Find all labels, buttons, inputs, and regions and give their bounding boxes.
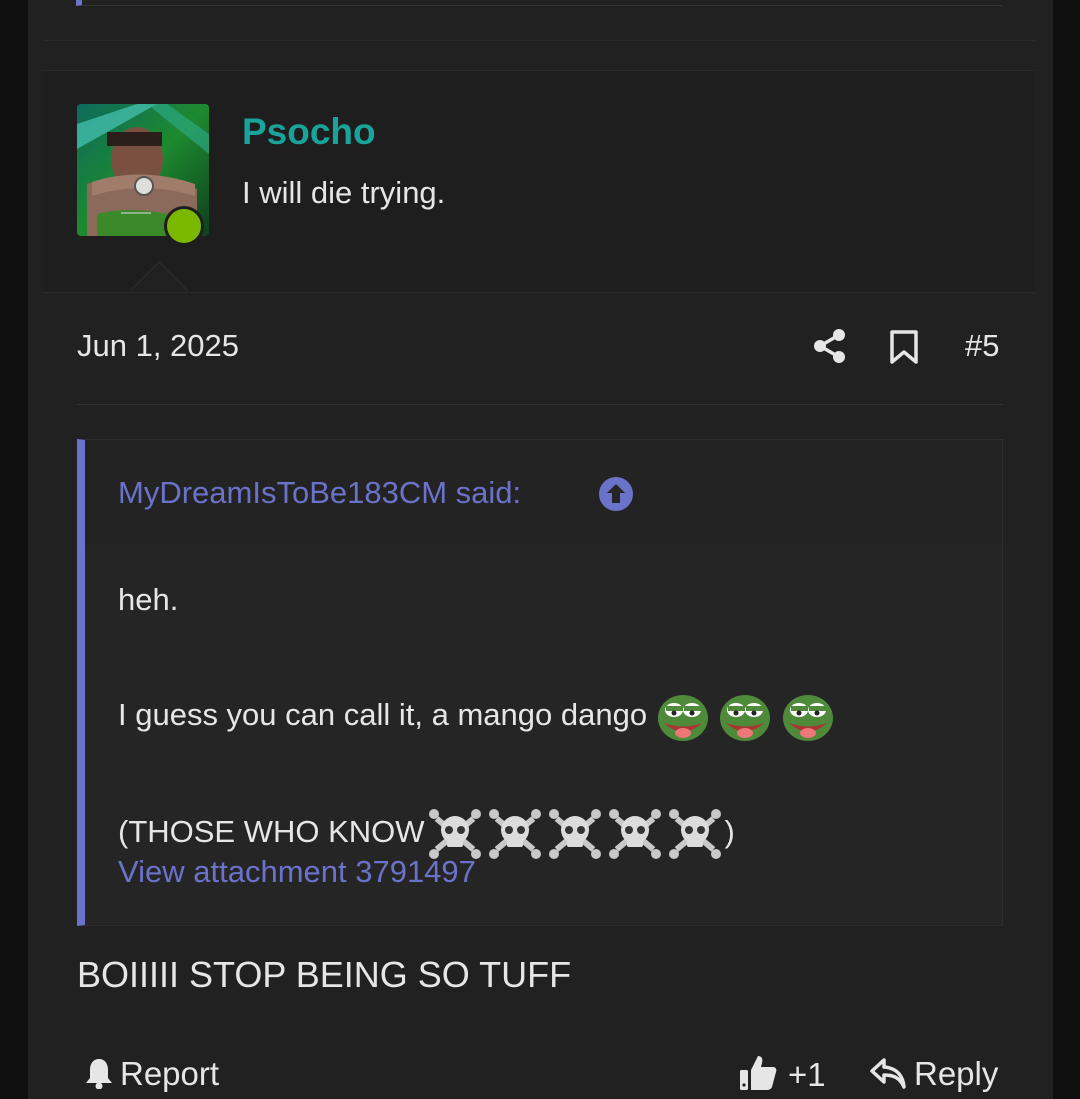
- report-label: Report: [120, 1055, 220, 1092]
- quote-block: MyDreamIsToBe183CM said: heh. I guess yo…: [77, 439, 1003, 926]
- arrow-up-circle-icon[interactable]: [598, 476, 634, 512]
- quote-text: ): [724, 814, 735, 850]
- quote-text-line: I guess you can call it, a mango dango: [118, 690, 835, 744]
- quote-text: (THOSE WHO KNOW: [118, 814, 425, 850]
- quote-header: MyDreamIsToBe183CM said:: [85, 440, 1002, 545]
- post-number-link[interactable]: #5: [965, 328, 999, 364]
- share-icon[interactable]: [813, 328, 847, 364]
- pepe-emoji: [782, 695, 833, 741]
- reply-label: Reply: [914, 1055, 999, 1092]
- post-date[interactable]: Jun 1, 2025: [77, 328, 239, 364]
- post-user-header: Psocho I will die trying.: [44, 70, 1035, 293]
- pepe-emoji: [657, 695, 708, 741]
- skull-crossbones-emoji: [668, 809, 721, 859]
- thumbs-up-icon: [740, 1056, 777, 1090]
- quote-text: I guess you can call it, a mango dango: [118, 697, 648, 733]
- username[interactable]: Psocho: [242, 111, 376, 153]
- attachment-link[interactable]: View attachment 3791497: [118, 854, 476, 890]
- skull-crossbones-emoji: [608, 809, 661, 859]
- quote-author[interactable]: MyDreamIsToBe183CM said:: [118, 475, 521, 511]
- bell-icon: [86, 1059, 112, 1090]
- divider: [44, 40, 1035, 41]
- reply-icon: [870, 1058, 906, 1089]
- user-title: I will die trying.: [242, 175, 446, 210]
- bookmark-icon[interactable]: [888, 329, 920, 365]
- thread-page: Psocho I will die trying. Jun 1, 2025 #5…: [28, 0, 1053, 1099]
- pepe-emoji-group: [656, 690, 835, 744]
- skull-crossbones-emoji: [548, 809, 601, 859]
- online-status-icon: [164, 206, 204, 246]
- previous-quote-edge: [76, 0, 1002, 6]
- post-body-text: BOIIIII STOP BEING SO TUFF: [77, 954, 572, 995]
- report-button[interactable]: Report: [84, 1055, 219, 1093]
- reply-button[interactable]: Reply: [870, 1055, 998, 1093]
- like-button[interactable]: +1: [738, 1052, 826, 1094]
- pointer: [130, 263, 188, 292]
- quote-text-line: heh.: [118, 582, 179, 617]
- divider: [77, 404, 1003, 405]
- pepe-emoji: [720, 695, 771, 741]
- skull-crossbones-emoji: [488, 809, 541, 859]
- like-count: +1: [788, 1056, 826, 1093]
